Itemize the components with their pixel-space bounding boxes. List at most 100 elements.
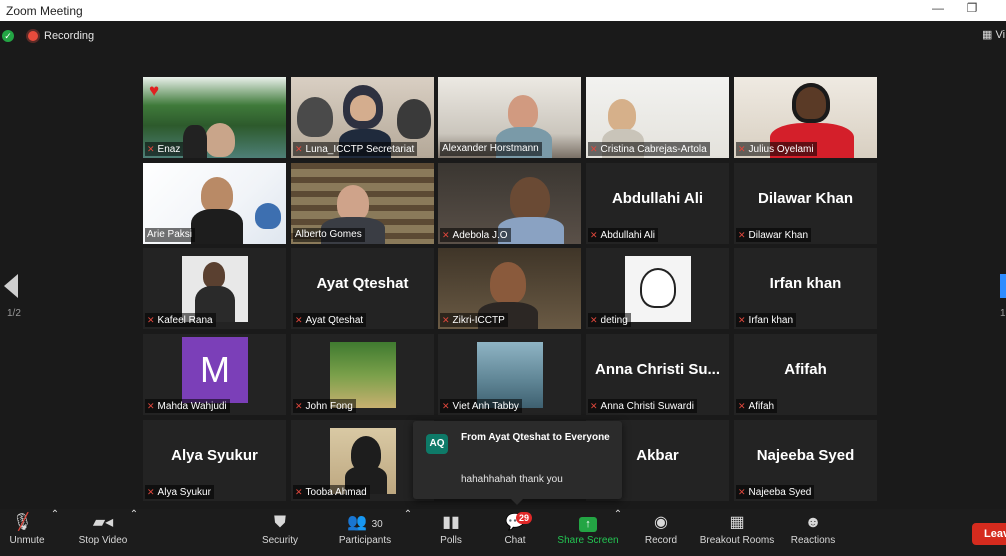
shield-icon: ⛊: [273, 514, 286, 531]
participant-name: Abdullahi Ali: [600, 230, 656, 241]
recording-icon: [28, 31, 38, 41]
reactions-button[interactable]: ☻ Reactions: [788, 509, 838, 556]
participants-button[interactable]: 👥 30 Participants: [332, 509, 398, 556]
share-options-chevron-icon[interactable]: ⌃: [613, 509, 623, 556]
video-tile[interactable]: ✕ Viet Anh Tabby: [438, 334, 581, 415]
participant-name-label: ✕ Irfan khan: [736, 313, 797, 327]
participant-name-label: ✕ Tooba Ahmad: [293, 485, 370, 499]
background-circle: [255, 203, 281, 229]
unmute-label: Unmute: [9, 535, 45, 546]
muted-mic-icon: ✕: [295, 401, 303, 411]
participant-name-label: ✕ Julius Oyelami: [736, 142, 817, 156]
video-tile[interactable]: ✕ Cristina Cabrejas-Artola: [586, 77, 729, 158]
participant-name-label: ✕ Cristina Cabrejas-Artola: [588, 142, 710, 156]
breakout-rooms-button[interactable]: ▦ Breakout Rooms: [698, 509, 776, 556]
recording-label: Recording: [44, 30, 95, 42]
muted-mic-icon: ✕: [147, 487, 155, 497]
stop-video-button[interactable]: ▰◂ Stop Video: [72, 509, 134, 556]
chat-button[interactable]: 💬 29 Chat: [498, 509, 533, 556]
video-tile[interactable]: ✕ Adebola J.O: [438, 163, 581, 244]
heart-reaction-icon: ♥: [149, 81, 160, 100]
video-tile-active-speaker[interactable]: Alexander Horstmann: [438, 77, 581, 158]
participant-name-label: ✕ Ayat Qteshat: [293, 313, 367, 327]
chat-message-text: hahahhahah thank you: [461, 474, 563, 485]
participant-name-label: ✕ Enaz: [145, 142, 184, 156]
participant-name-label: ✕ Viet Anh Tabby: [440, 399, 522, 413]
video-tile[interactable]: ✕ Kafeel Rana: [143, 248, 286, 329]
participant-display-name: Anna Christi Su...: [594, 361, 720, 378]
participant-face: [201, 177, 233, 213]
participant-name: Julius Oyelami: [748, 144, 814, 155]
previous-page-arrow-icon[interactable]: [4, 274, 18, 298]
stop-video-label: Stop Video: [78, 535, 128, 546]
participant-name: Luna_ICCTP Secretariat: [305, 144, 415, 155]
participants-label: Participants: [338, 535, 392, 546]
video-tile[interactable]: Alberto Gomes: [291, 163, 434, 244]
video-tile[interactable]: Arie Paksi: [143, 163, 286, 244]
muted-mic-icon: ✕: [590, 144, 598, 154]
polls-button[interactable]: ▮▮ Polls: [434, 509, 468, 556]
participant-name-label: ✕ Kafeel Rana: [145, 313, 216, 327]
participant-name-label: ✕ Afifah: [736, 399, 778, 413]
participant-name-label: ✕ Alya Syukur: [145, 485, 214, 499]
minimize-button[interactable]: —: [927, 1, 949, 19]
next-page-arrow-icon[interactable]: [1000, 274, 1006, 298]
participant-name-label: ✕ Mahda Wahjudi: [145, 399, 230, 413]
video-tile[interactable]: Anna Christi Su... ✕ Anna Christi Suwardi: [586, 334, 729, 415]
participant-name: Mahda Wahjudi: [157, 401, 227, 412]
muted-mic-icon: ✕: [147, 401, 155, 411]
video-options-chevron-icon[interactable]: ⌃: [129, 509, 139, 556]
participant-name-label: ✕ Anna Christi Suwardi: [588, 399, 697, 413]
participant-display-name: Dilawar Khan: [757, 190, 854, 207]
participant-name: John Fong: [305, 401, 353, 412]
video-tile[interactable]: Najeeba Syed ✕ Najeeba Syed: [734, 420, 877, 501]
video-tile[interactable]: ✕ Zikri-ICCTP: [438, 248, 581, 329]
breakout-rooms-icon: ▦: [729, 514, 745, 531]
leave-button[interactable]: Leave: [972, 523, 1006, 545]
participant-name-label: ✕ deting: [588, 313, 631, 327]
chat-label: Chat: [504, 535, 526, 546]
record-button[interactable]: ◉ Record: [640, 509, 682, 556]
unmute-button[interactable]: 🎙╱ Unmute: [2, 509, 52, 556]
participant-name: Alya Syukur: [157, 487, 211, 498]
video-tile[interactable]: ✕ John Fong: [291, 334, 434, 415]
video-tile[interactable]: Afifah ✕ Afifah: [734, 334, 877, 415]
participant-name-label: Alexander Horstmann: [440, 142, 542, 156]
share-screen-button[interactable]: ↑ Share Screen: [556, 509, 620, 556]
participants-options-chevron-icon[interactable]: ⌃: [403, 509, 413, 556]
muted-mic-icon: ✕: [738, 230, 746, 240]
record-icon: ◉: [654, 514, 668, 531]
participant-face: [337, 185, 369, 221]
video-tile[interactable]: ✕ deting: [586, 248, 729, 329]
security-button[interactable]: ⛊ Security: [256, 509, 304, 556]
chat-notification-popup[interactable]: AQ From Ayat Qteshat to Everyone hahahha…: [413, 421, 622, 505]
participant-name-label: Alberto Gomes: [293, 228, 365, 242]
video-tile[interactable]: Alya Syukur ✕ Alya Syukur: [143, 420, 286, 501]
video-tile[interactable]: Abdullahi Ali ✕ Abdullahi Ali: [586, 163, 729, 244]
video-tile[interactable]: M ✕ Mahda Wahjudi: [143, 334, 286, 415]
muted-mic-icon: ✕: [590, 401, 598, 411]
video-tile[interactable]: Ayat Qteshat ✕ Ayat Qteshat: [291, 248, 434, 329]
participant-name: Dilawar Khan: [748, 230, 809, 241]
video-tile[interactable]: Irfan khan ✕ Irfan khan: [734, 248, 877, 329]
muted-mic-icon: ✕: [738, 144, 746, 154]
participant-name-label: ✕ Zikri-ICCTP: [440, 313, 508, 327]
video-tile[interactable]: Dilawar Khan ✕ Dilawar Khan: [734, 163, 877, 244]
audio-options-chevron-icon[interactable]: ⌃: [50, 509, 60, 556]
video-tile[interactable]: ✕ Luna_ICCTP Secretariat: [291, 77, 434, 158]
video-tile[interactable]: ✕ Julius Oyelami: [734, 77, 877, 158]
encryption-shield-icon[interactable]: ✓: [2, 30, 14, 42]
participant-name: Viet Anh Tabby: [452, 401, 519, 412]
participant-name: Irfan khan: [748, 315, 794, 326]
participant-figure: [397, 99, 431, 139]
participant-face: [608, 99, 636, 131]
muted-mic-icon: ✕: [442, 401, 450, 411]
sender-initials-avatar: AQ: [426, 434, 448, 454]
window-title: Zoom Meeting: [6, 4, 83, 18]
video-tile[interactable]: ♥ ✕ Enaz: [143, 77, 286, 158]
restore-button[interactable]: ❐: [961, 1, 983, 19]
muted-mic-icon: ✕: [147, 315, 155, 325]
view-button[interactable]: ▦ Vi: [982, 28, 1006, 41]
participant-display-name: Afifah: [784, 361, 827, 378]
participant-name-label: ✕ Najeeba Syed: [736, 485, 815, 499]
